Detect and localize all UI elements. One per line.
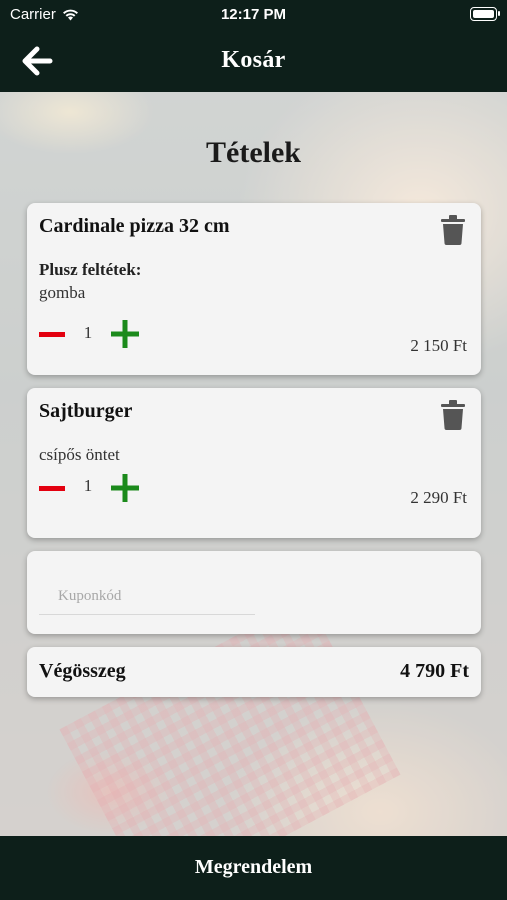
quantity-value: 1 [83,323,93,342]
extras-value: gomba [39,283,86,302]
minus-icon[interactable] [39,321,65,347]
navigation-bar: Kosár [0,30,507,92]
trash-icon[interactable] [441,215,465,245]
plus-icon[interactable] [111,474,139,502]
total-label: Végösszeg [39,660,126,682]
cart-item: Cardinale pizza 32 cm Plusz feltétek: go… [27,203,481,375]
order-button-label: Megrendelem [194,856,313,878]
extras-title: Plusz feltétek: [39,260,142,279]
battery-icon [470,7,500,21]
plus-icon[interactable] [111,320,139,348]
quantity-value: 1 [83,476,93,495]
item-price: 2 150 Ft [410,336,467,355]
item-name: Cardinale pizza 32 cm [39,215,230,237]
item-name: Sajtburger [39,400,133,422]
total-value: 4 790 Ft [400,660,469,682]
section-title: Tételek [206,136,301,169]
page-title: Kosár [221,47,286,73]
coupon-card [27,551,481,634]
trash-icon[interactable] [441,400,465,430]
status-time: 12:17 PM [220,6,287,23]
order-button[interactable]: Megrendelem [0,836,507,900]
extras-value: csípős öntet [39,445,120,464]
cart-content: Tételek Cardinale pizza 32 cm Plusz felt… [0,92,507,836]
total-card: Végösszeg 4 790 Ft [27,647,481,697]
minus-icon[interactable] [39,475,65,501]
item-price: 2 290 Ft [410,488,467,507]
coupon-input[interactable] [39,579,255,615]
cart-item: Sajtburger csípős öntet 1 2 290 Ft [27,388,481,538]
status-bar: Carrier 12:17 PM [0,0,507,30]
